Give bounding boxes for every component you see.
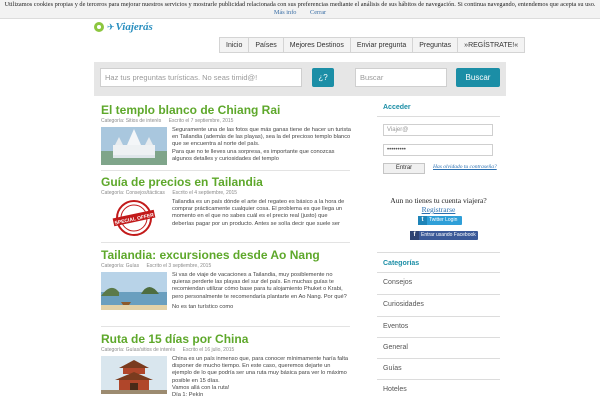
- sidebar-divider: [377, 379, 500, 380]
- register-link[interactable]: Registrarse: [377, 205, 500, 214]
- article-thumbnail[interactable]: [101, 356, 167, 394]
- cookie-more-info-link[interactable]: Más info: [274, 9, 297, 16]
- sidebar-divider: [377, 358, 500, 359]
- sidebar-divider: [377, 252, 500, 253]
- nav-item-registrate[interactable]: »REGÍSTRATE!«: [457, 37, 526, 53]
- nav-item-inicio[interactable]: Inicio: [219, 37, 249, 53]
- nav-item-enviar-pregunta[interactable]: Enviar pregunta: [349, 37, 413, 53]
- article-meta: Categoría: Sitios de interés Escrito el …: [101, 118, 351, 125]
- nav-item-mejores-destinos[interactable]: Mejores Destinos: [282, 37, 350, 53]
- login-heading: Acceder: [383, 104, 411, 111]
- article-excerpt: China es un país inmenso que, para conoc…: [172, 356, 349, 399]
- category-link-consejos[interactable]: Consejos: [383, 279, 412, 286]
- article-meta: Categoría: Guías/sitios de interés Escri…: [101, 347, 351, 354]
- ask-question-button[interactable]: ¿?: [312, 68, 334, 87]
- search-input[interactable]: Buscar: [355, 68, 447, 87]
- article-thumbnail[interactable]: SPECIAL OFFER: [101, 199, 167, 237]
- article-excerpt: Seguramente una de las fotos que más gan…: [172, 127, 351, 162]
- category-link-general[interactable]: General: [383, 344, 408, 351]
- search-button[interactable]: Buscar: [456, 68, 500, 87]
- twitter-icon: t: [418, 216, 427, 225]
- article-title[interactable]: Guía de precios en Tailandia: [101, 176, 351, 189]
- article-separator: [101, 326, 350, 327]
- site-logo[interactable]: ✈ Viajerás: [94, 20, 153, 34]
- category-link-eventos[interactable]: Eventos: [383, 323, 408, 330]
- category-link-guias[interactable]: Guías: [383, 365, 402, 372]
- sidebar-divider: [377, 316, 500, 317]
- article-excerpt: Si vas de viaje de vacaciones a Tailandi…: [172, 272, 347, 310]
- article-meta: Categoría: Guías Escrito el 3 septiembre…: [101, 263, 351, 270]
- sidebar-divider: [377, 116, 500, 117]
- nav-item-paises[interactable]: Países: [248, 37, 283, 53]
- facebook-login-button[interactable]: f Entrar usando Facebook: [410, 231, 478, 240]
- forgot-password-link[interactable]: Has olvidado tu contraseña?: [383, 164, 501, 171]
- article-card: Ruta de 15 días por China Categoría: Guí…: [101, 333, 351, 399]
- question-input[interactable]: Haz tus preguntas turísticas. No seas ti…: [100, 68, 302, 87]
- no-account-text: Aun no tienes tu cuenta viajera?: [390, 196, 487, 205]
- article-date: Escrito el 16 julio, 2015: [182, 347, 235, 353]
- globe-logo-icon: [94, 22, 104, 32]
- article-date: Escrito el 7 septiembre, 2015: [168, 118, 234, 124]
- twitter-login-button[interactable]: t Twitter Login: [418, 216, 462, 225]
- cookie-bar: Utilizamos cookies propias y de terceros…: [0, 0, 600, 19]
- article-meta: Categoría: Consejos/tácticas Escrito el …: [101, 190, 351, 197]
- article-card: Tailandia: excursiones desde Ao Nang Cat…: [101, 249, 351, 311]
- article-card: El templo blanco de Chiang Rai Categoría…: [101, 104, 351, 165]
- article-thumbnail[interactable]: [101, 127, 167, 165]
- username-field[interactable]: Viajer@: [383, 124, 493, 136]
- cookie-close-link[interactable]: Cerrar: [310, 9, 326, 16]
- article-title[interactable]: Ruta de 15 días por China: [101, 333, 351, 346]
- sidebar-divider: [377, 294, 500, 295]
- airplane-icon: ✈: [107, 21, 115, 32]
- categories-heading: Categorías: [383, 260, 420, 267]
- article-excerpt: Tailandia es un país dónde el arte del r…: [172, 199, 345, 227]
- article-category[interactable]: Categoría: Guías: [101, 263, 139, 269]
- logo-text: Viajerás: [115, 21, 153, 33]
- article-date: Escrito el 4 septiembre, 2015: [172, 190, 238, 196]
- article-category[interactable]: Categoría: Guías/sitios de interés: [101, 347, 175, 353]
- article-title[interactable]: Tailandia: excursiones desde Ao Nang: [101, 249, 351, 262]
- sidebar-divider: [377, 272, 500, 273]
- article-category[interactable]: Categoría: Consejos/tácticas: [101, 190, 165, 196]
- article-category[interactable]: Categoría: Sitios de interés: [101, 118, 161, 124]
- article-title[interactable]: El templo blanco de Chiang Rai: [101, 104, 351, 117]
- nav-item-preguntas[interactable]: Preguntas: [412, 37, 458, 53]
- main-nav: Inicio Países Mejores Destinos Enviar pr…: [219, 37, 526, 53]
- article-card: Guía de precios en Tailandia Categoría: …: [101, 176, 351, 237]
- twitter-login-label: Twitter Login: [429, 217, 458, 223]
- category-link-hoteles[interactable]: Hoteles: [383, 386, 407, 393]
- cookie-message: Utilizamos cookies propias y de terceros…: [4, 1, 596, 8]
- article-thumbnail[interactable]: [101, 272, 167, 310]
- sidebar-divider: [377, 337, 500, 338]
- article-separator: [101, 242, 350, 243]
- category-link-curiosidades[interactable]: Curiosidades: [383, 301, 424, 308]
- password-field[interactable]: •••••••••: [383, 144, 493, 156]
- facebook-login-label: Entrar usando Facebook: [421, 232, 476, 238]
- facebook-icon: f: [410, 231, 419, 240]
- article-separator: [101, 170, 350, 171]
- article-date: Escrito el 3 septiembre, 2015: [146, 263, 212, 269]
